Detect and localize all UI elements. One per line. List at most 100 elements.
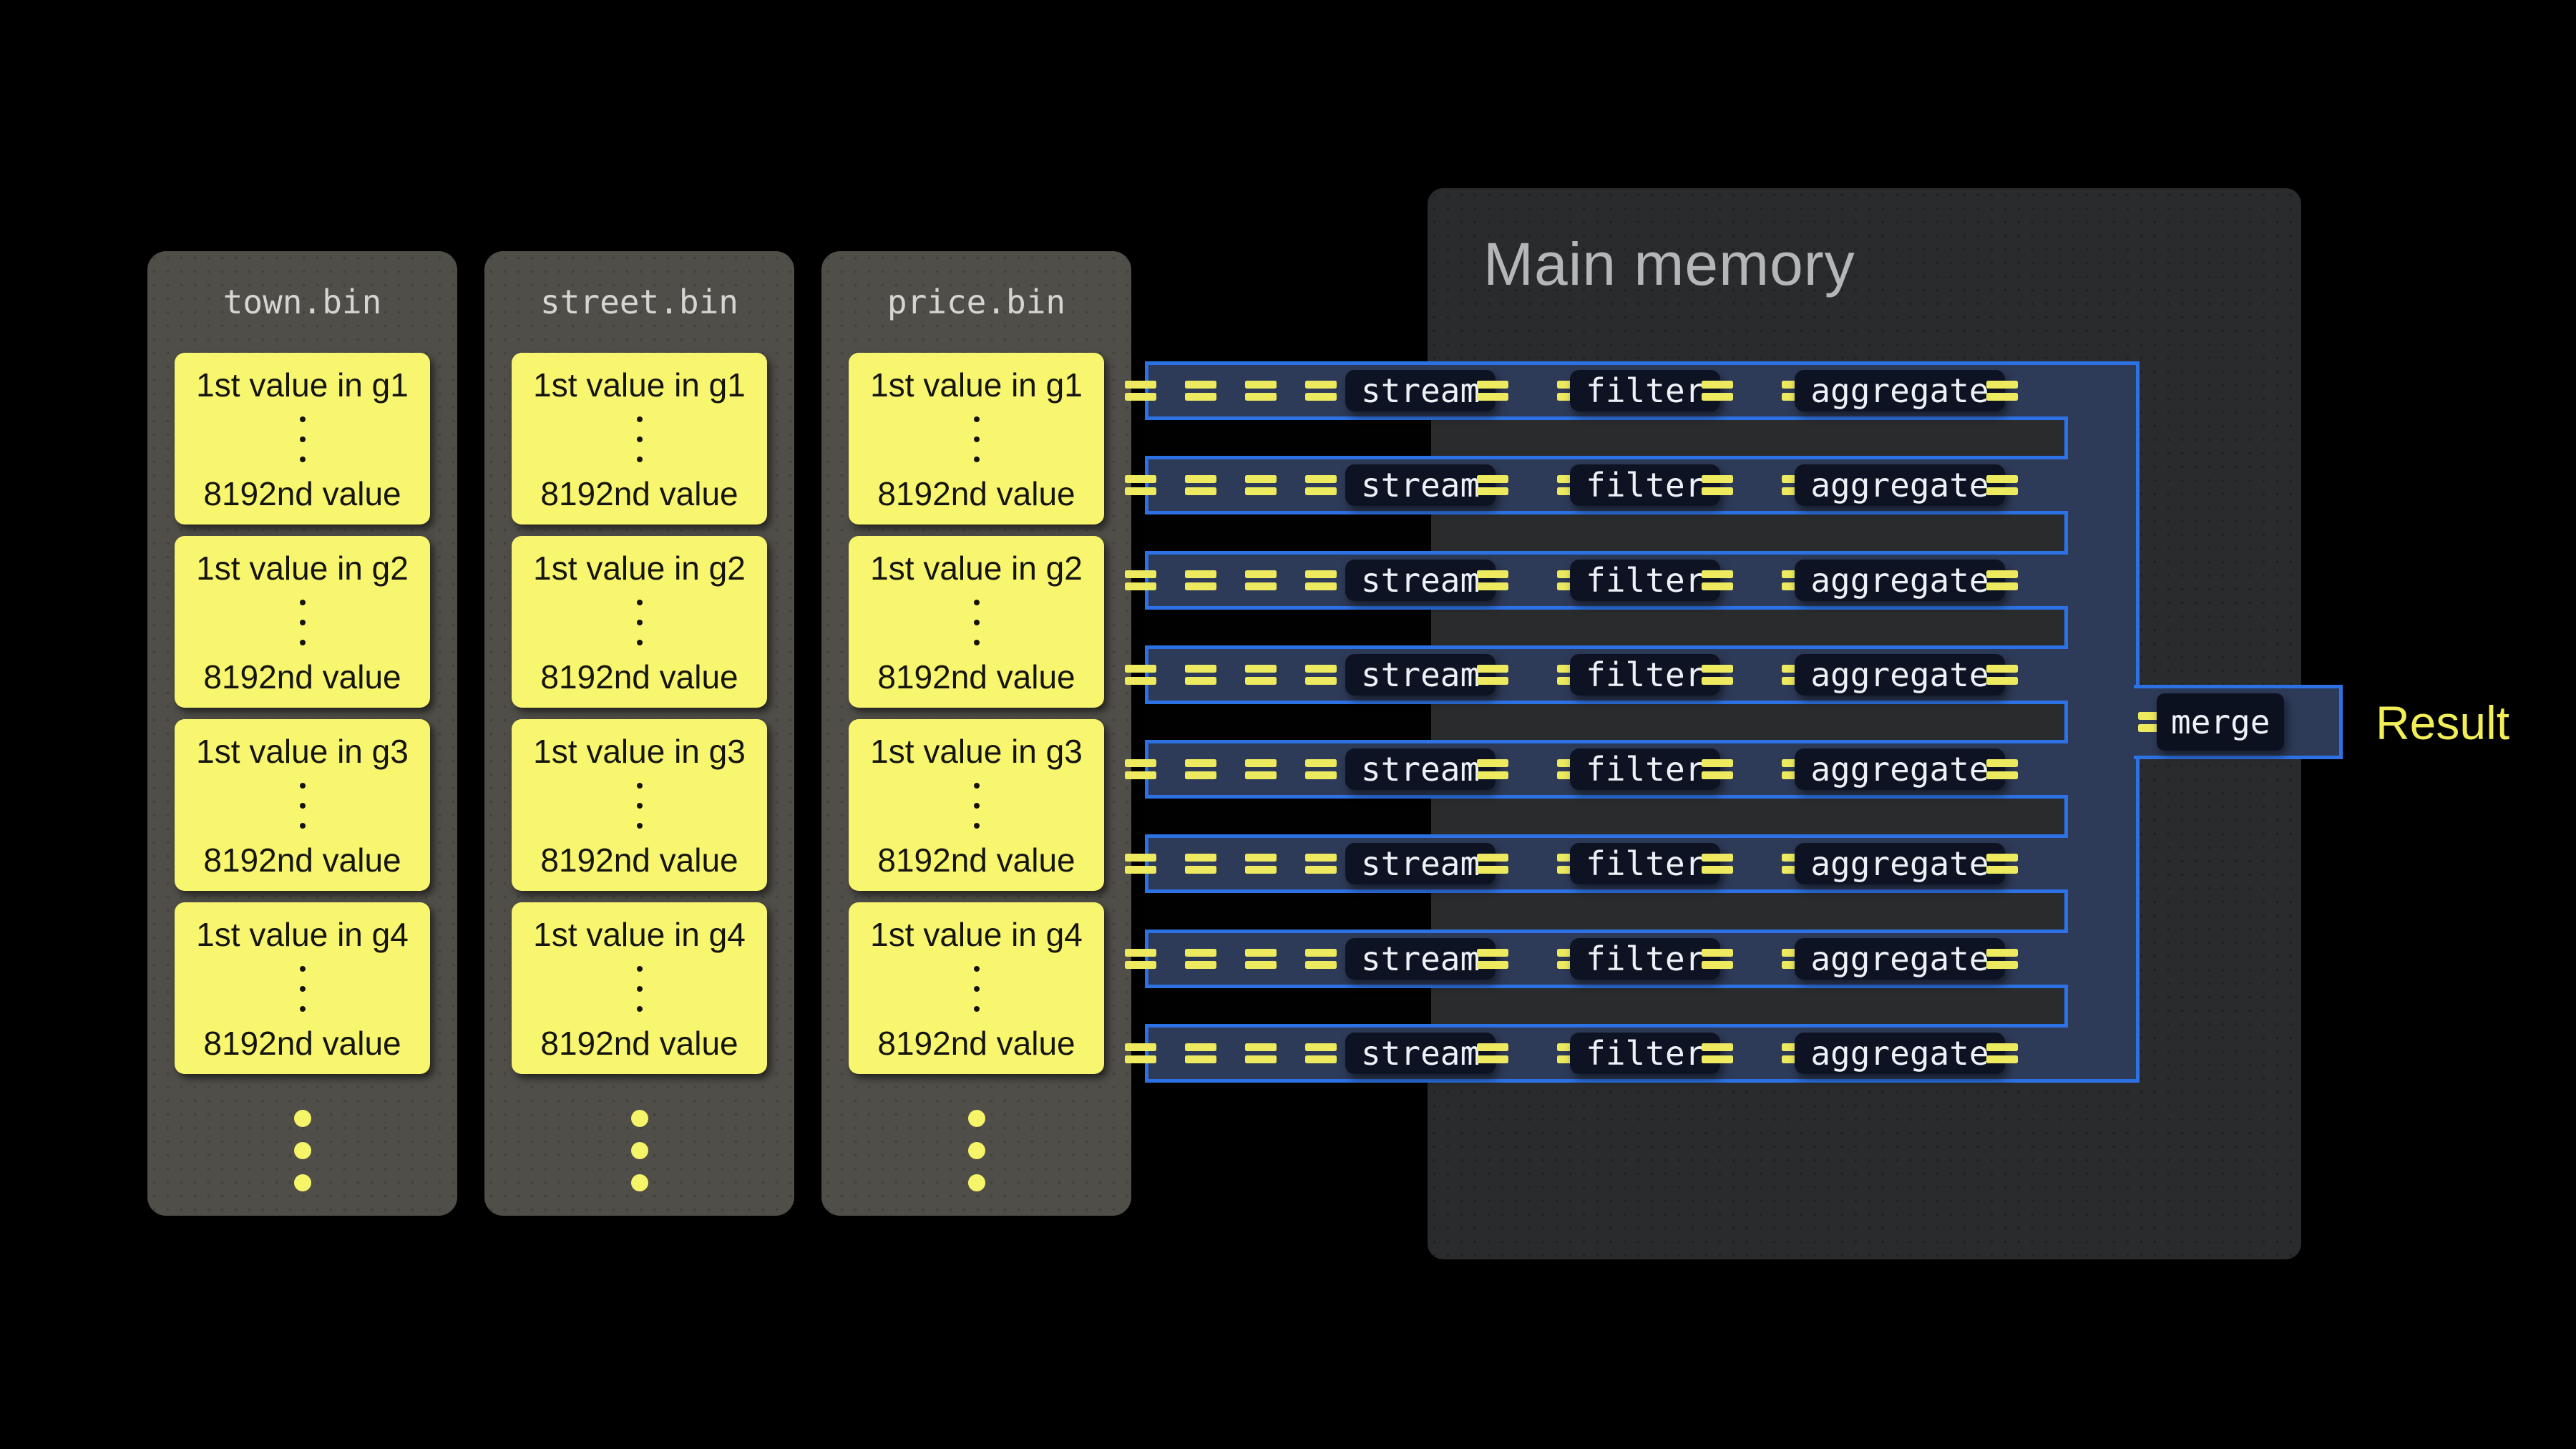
pipeline-gap: [1145, 795, 2068, 838]
block-last-value: 8192nd value: [203, 844, 401, 877]
: [1305, 961, 1337, 969]
block-first-value: 1st value in g1: [870, 369, 1083, 401]
dot-icon: [300, 823, 306, 829]
: [1185, 854, 1216, 862]
: [1702, 1055, 1733, 1063]
ellipsis-dots-icon: [974, 416, 980, 462]
pipeline-gap: [1145, 606, 2068, 649]
: [1305, 475, 1337, 483]
: [1305, 665, 1337, 673]
dot-icon: [300, 436, 306, 442]
dot-icon: [631, 1142, 648, 1159]
pipeline-row: streamfilteraggregate: [1125, 743, 2018, 795]
: [1245, 665, 1277, 673]
block-first-value: 1st value in g4: [870, 918, 1083, 951]
block-first-value: 1st value in g2: [870, 552, 1083, 585]
dot-icon: [637, 416, 643, 422]
: [1986, 487, 2018, 495]
chunk-icon: [1477, 381, 1508, 401]
: [1185, 570, 1216, 578]
dot-icon: [974, 1006, 980, 1012]
: [1185, 949, 1216, 957]
: [1305, 771, 1337, 779]
file-name: town.bin: [147, 286, 457, 318]
: [1305, 949, 1337, 957]
: [1245, 475, 1277, 483]
ellipsis-dots-icon: [974, 966, 980, 1012]
: [1125, 665, 1156, 673]
stage-label-aggregate: aggregate: [1795, 654, 2004, 696]
chunk-icon: [1477, 475, 1508, 495]
block-last-value: 8192nd value: [203, 477, 401, 510]
stage-label-filter: filter: [1570, 748, 1720, 790]
dot-icon: [968, 1174, 985, 1191]
chunk-icon: [1986, 381, 2018, 401]
chunk-icon: [1185, 475, 1216, 495]
dot-icon: [974, 966, 980, 972]
: [1477, 570, 1508, 578]
stage-label-aggregate: aggregate: [1795, 1033, 2004, 1074]
: [1125, 949, 1156, 957]
: [1245, 677, 1277, 685]
dot-icon: [637, 640, 643, 645]
: [1702, 393, 1733, 401]
chunk-icon: [1477, 949, 1508, 969]
stage-label-filter: filter: [1570, 654, 1720, 696]
: [1185, 582, 1216, 590]
: [1125, 582, 1156, 590]
dot-icon: [974, 640, 980, 645]
dot-icon: [294, 1174, 311, 1191]
chunk-icon: [1702, 854, 1733, 874]
: [1702, 677, 1733, 685]
block-first-value: 1st value in g2: [196, 552, 409, 585]
block-last-value: 8192nd value: [540, 844, 738, 877]
: [1125, 1043, 1156, 1051]
block-last-value: 8192nd value: [877, 844, 1075, 877]
dot-icon: [968, 1110, 985, 1127]
stage-label-aggregate: aggregate: [1795, 370, 2004, 411]
: [1245, 961, 1277, 969]
: [1245, 381, 1277, 389]
file-name: price.bin: [821, 286, 1131, 318]
block-last-value: 8192nd value: [877, 477, 1075, 510]
dot-icon: [294, 1142, 311, 1159]
: [1477, 949, 1508, 957]
stage-label-aggregate: aggregate: [1795, 938, 2004, 980]
dot-icon: [974, 436, 980, 442]
: [1477, 381, 1508, 389]
more-groups-dots-icon: [821, 1110, 1131, 1191]
: [1125, 475, 1156, 483]
dot-icon: [974, 986, 980, 992]
ellipsis-dots-icon: [637, 600, 643, 645]
: [1125, 771, 1156, 779]
: [1477, 475, 1508, 483]
: [1986, 381, 2018, 389]
dot-icon: [637, 620, 643, 625]
chunk-icon: [1185, 854, 1216, 874]
chunk-icon: [1245, 381, 1277, 401]
dot-icon: [300, 803, 306, 809]
: [1245, 582, 1277, 590]
block-last-value: 8192nd value: [203, 660, 401, 693]
chunk-icon: [1245, 759, 1277, 779]
: [1305, 582, 1337, 590]
chunk-icon: [1245, 665, 1277, 685]
stage-label-stream: stream: [1345, 370, 1496, 411]
: [1986, 665, 2018, 673]
value-block: 1st value in g2 8192nd value: [849, 536, 1104, 708]
: [1245, 1055, 1277, 1063]
stage-label-filter: filter: [1570, 938, 1720, 980]
: [1986, 961, 2018, 969]
file-card: price.bin1st value in g18192nd value1st …: [821, 251, 1131, 1216]
stage-label-filter: filter: [1570, 464, 1720, 506]
: [1986, 475, 2018, 483]
: [1986, 759, 2018, 767]
: [1245, 866, 1277, 874]
stage-label-aggregate: aggregate: [1795, 560, 2004, 601]
block-last-value: 8192nd value: [877, 660, 1075, 693]
dot-icon: [631, 1110, 648, 1127]
: [1185, 677, 1216, 685]
: [1477, 771, 1508, 779]
chunk-icon: [1986, 854, 2018, 874]
stage-label-aggregate: aggregate: [1795, 464, 2004, 506]
